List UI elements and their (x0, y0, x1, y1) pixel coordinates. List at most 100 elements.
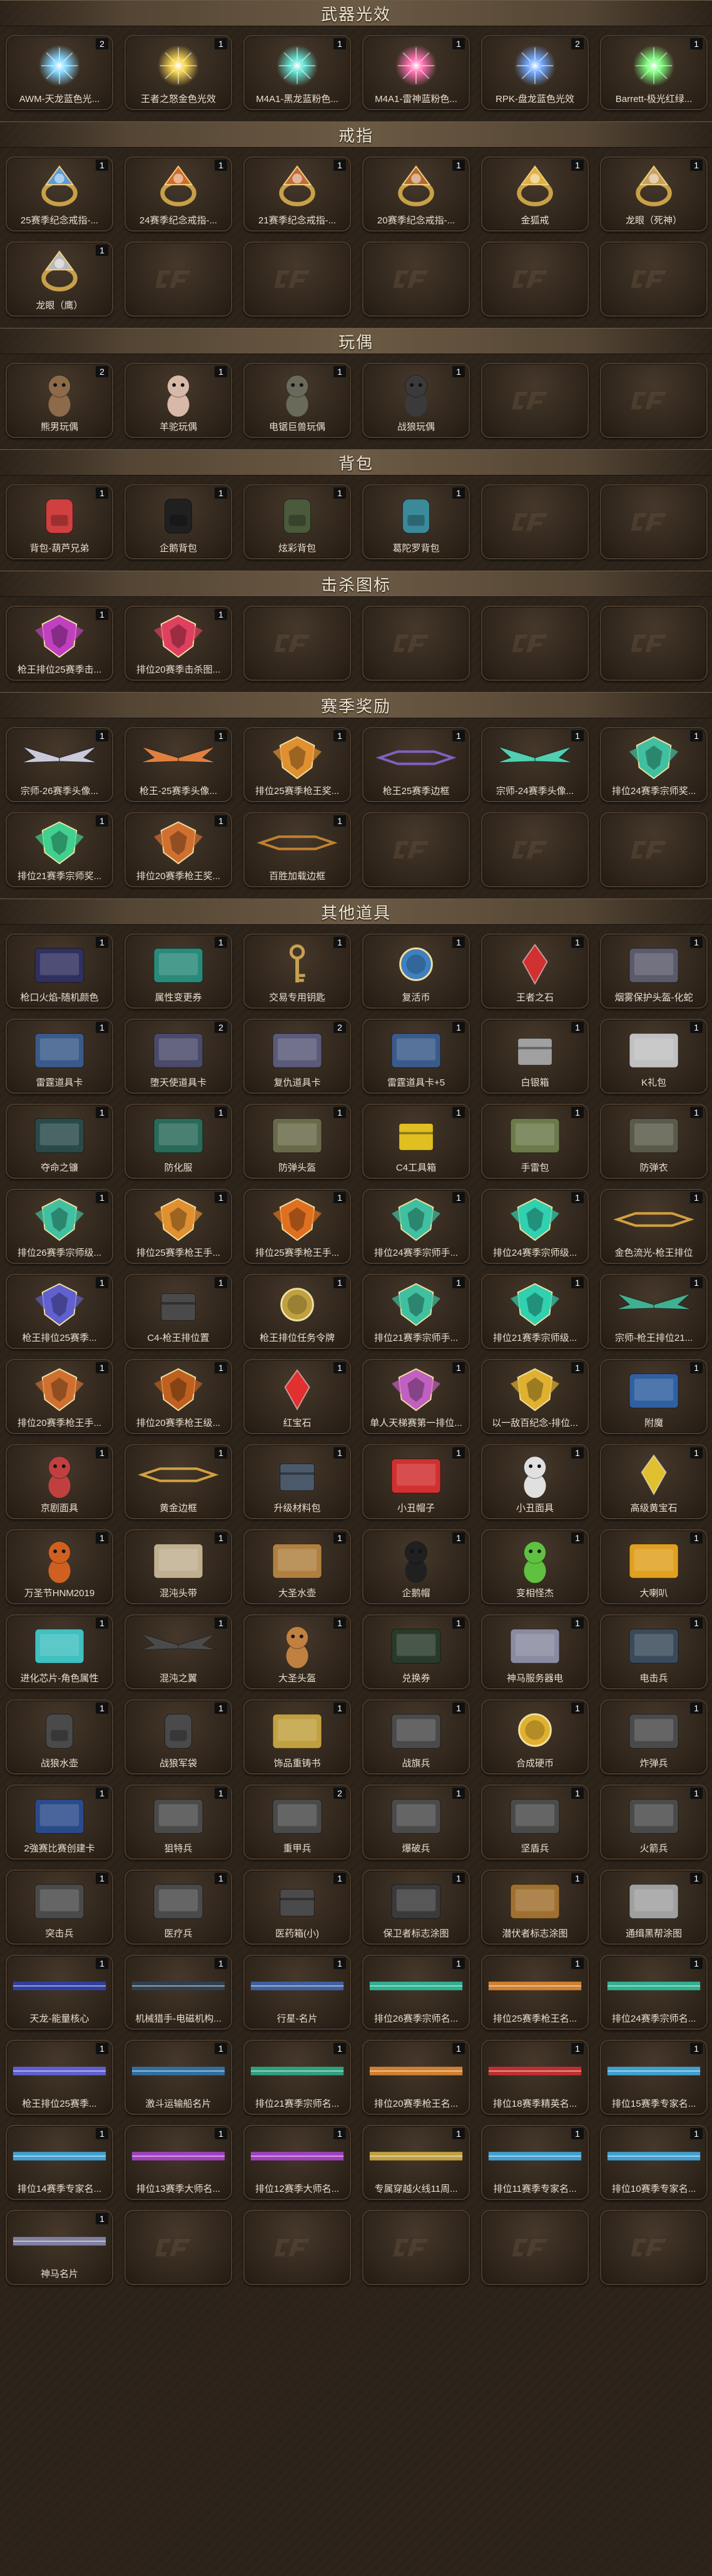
inventory-item[interactable]: 2 AWM-天龙蓝色光... (6, 35, 113, 110)
inventory-item[interactable]: 1 战旗兵 (362, 1699, 470, 1774)
inventory-item[interactable]: 1 排位24赛季宗师手... (362, 1189, 470, 1264)
inventory-item[interactable]: 2 堕天使道具卡 (125, 1019, 232, 1094)
inventory-item[interactable]: 1 大喇叭 (600, 1529, 708, 1604)
inventory-item[interactable]: 1 企鹅帽 (362, 1529, 470, 1604)
inventory-item[interactable]: 1 混沌之翼 (125, 1614, 232, 1689)
inventory-item[interactable]: 1 宗师-24赛季头像... (481, 727, 589, 802)
inventory-item[interactable]: 1 火箭兵 (600, 1784, 708, 1860)
inventory-item[interactable]: 1 医药箱(小) (243, 1870, 351, 1945)
inventory-item[interactable]: 1 黄金边框 (125, 1444, 232, 1519)
inventory-item[interactable]: 1 电锯巨兽玩偶 (243, 363, 351, 438)
inventory-item[interactable]: 1 狙特兵 (125, 1784, 232, 1860)
inventory-item[interactable]: 1 排位25赛季枪王手... (243, 1189, 351, 1264)
inventory-item[interactable]: 1 兑换券 (362, 1614, 470, 1689)
inventory-item[interactable]: 1 神马名片 (6, 2210, 113, 2285)
inventory-item[interactable]: 1 枪王排位25赛季击... (6, 606, 113, 681)
inventory-item[interactable]: 1 合成硬币 (481, 1699, 589, 1774)
inventory-item[interactable]: 1 升级材料包 (243, 1444, 351, 1519)
inventory-item[interactable]: 1 排位15赛季专家名... (600, 2040, 708, 2115)
inventory-item[interactable]: 1 枪王25赛季边框 (362, 727, 470, 802)
inventory-item[interactable]: 1 战狼军袋 (125, 1699, 232, 1774)
inventory-item[interactable]: 1 排位25赛季枪王手... (125, 1189, 232, 1264)
inventory-item[interactable]: 1 防弹衣 (600, 1104, 708, 1179)
inventory-item[interactable]: 1 24赛季纪念戒指-... (125, 156, 232, 232)
inventory-item[interactable]: 1 排位24赛季宗师级... (481, 1189, 589, 1264)
inventory-item[interactable]: 2 重甲兵 (243, 1784, 351, 1860)
inventory-item[interactable]: 1 百胜加载边框 (243, 812, 351, 887)
inventory-item[interactable]: 1 突击兵 (6, 1870, 113, 1945)
inventory-item[interactable]: 1 防弹头盔 (243, 1104, 351, 1179)
inventory-item[interactable]: 1 潜伏者标志涂图 (481, 1870, 589, 1945)
inventory-item[interactable]: 1 K礼包 (600, 1019, 708, 1094)
inventory-item[interactable]: 1 爆破兵 (362, 1784, 470, 1860)
inventory-item[interactable]: 1 龙眼（死神） (600, 156, 708, 232)
inventory-item[interactable]: 1 Barrett-极光红绿... (600, 35, 708, 110)
inventory-item[interactable]: 1 20赛季纪念戒指-... (362, 156, 470, 232)
inventory-item[interactable]: 1 羊驼玩偶 (125, 363, 232, 438)
inventory-item[interactable]: 1 21赛季纪念戒指-... (243, 156, 351, 232)
inventory-item[interactable]: 1 王者之石 (481, 934, 589, 1009)
inventory-item[interactable]: 1 属性变更券 (125, 934, 232, 1009)
inventory-item[interactable]: 1 企鹅背包 (125, 484, 232, 559)
inventory-item[interactable]: 1 战狼玩偶 (362, 363, 470, 438)
inventory-item[interactable]: 1 白银箱 (481, 1019, 589, 1094)
inventory-item[interactable]: 1 排位21赛季宗师名... (243, 2040, 351, 2115)
inventory-item[interactable]: 1 排位25赛季枪王奖... (243, 727, 351, 802)
inventory-item[interactable]: 1 复活币 (362, 934, 470, 1009)
inventory-item[interactable]: 1 行星-名片 (243, 1955, 351, 2030)
inventory-item[interactable]: 1 通缉黑帮涂图 (600, 1870, 708, 1945)
inventory-item[interactable]: 1 京剧面具 (6, 1444, 113, 1519)
inventory-item[interactable]: 1 天龙-能量核心 (6, 1955, 113, 2030)
inventory-item[interactable]: 1 排位20赛季击杀图... (125, 606, 232, 681)
inventory-item[interactable]: 1 保卫者标志涂图 (362, 1870, 470, 1945)
inventory-item[interactable]: 1 激斗运输船名片 (125, 2040, 232, 2115)
inventory-item[interactable]: 1 排位14赛季专家名... (6, 2125, 113, 2200)
inventory-item[interactable]: 1 炫彩背包 (243, 484, 351, 559)
inventory-item[interactable]: 1 王者之怒金色光效 (125, 35, 232, 110)
inventory-item[interactable]: 1 M4A1-黑龙蓝粉色... (243, 35, 351, 110)
inventory-item[interactable]: 1 万圣节HNM2019 (6, 1529, 113, 1604)
inventory-item[interactable]: 1 机械猎手-电磁机构... (125, 1955, 232, 2030)
inventory-item[interactable]: 1 排位20赛季枪王级... (125, 1359, 232, 1434)
inventory-item[interactable]: 1 手雷包 (481, 1104, 589, 1179)
inventory-item[interactable]: 1 交易专用钥匙 (243, 934, 351, 1009)
inventory-item[interactable]: 1 小丑面具 (481, 1444, 589, 1519)
inventory-item[interactable]: 1 枪口火焰-随机颜色 (6, 934, 113, 1009)
inventory-item[interactable]: 1 小丑帽子 (362, 1444, 470, 1519)
inventory-item[interactable]: 1 枪王排位任务令牌 (243, 1274, 351, 1349)
inventory-item[interactable]: 1 进化芯片-角色属性 (6, 1614, 113, 1689)
inventory-item[interactable]: 1 排位25赛季枪王名... (481, 1955, 589, 2030)
inventory-item[interactable]: 1 排位20赛季枪王名... (362, 2040, 470, 2115)
inventory-item[interactable]: 1 枪王排位25赛季... (6, 2040, 113, 2115)
inventory-item[interactable]: 1 雷霆道具卡 (6, 1019, 113, 1094)
inventory-item[interactable]: 1 排位20赛季枪王手... (6, 1359, 113, 1434)
inventory-item[interactable]: 1 宗师-26赛季头像... (6, 727, 113, 802)
inventory-item[interactable]: 1 C4工具箱 (362, 1104, 470, 1179)
inventory-item[interactable]: 1 排位12赛季大师名... (243, 2125, 351, 2200)
inventory-item[interactable]: 2 RPK-盘龙蓝色光效 (481, 35, 589, 110)
inventory-item[interactable]: 1 金色流光-枪王排位 (600, 1189, 708, 1264)
inventory-item[interactable]: 1 烟雾保护头盔-化蛇 (600, 934, 708, 1009)
inventory-item[interactable]: 1 龙眼（鹰） (6, 242, 113, 317)
inventory-item[interactable]: 1 战狼水壶 (6, 1699, 113, 1774)
inventory-item[interactable]: 1 2強赛比赛创建卡 (6, 1784, 113, 1860)
inventory-item[interactable]: 1 以一敌百纪念-排位... (481, 1359, 589, 1434)
inventory-item[interactable]: 1 变相怪杰 (481, 1529, 589, 1604)
inventory-item[interactable]: 1 炸弹兵 (600, 1699, 708, 1774)
inventory-item[interactable]: 1 单人天梯赛第一排位... (362, 1359, 470, 1434)
inventory-item[interactable]: 1 坚盾兵 (481, 1784, 589, 1860)
inventory-item[interactable]: 1 防化服 (125, 1104, 232, 1179)
inventory-item[interactable]: 1 雷霆道具卡+5 (362, 1019, 470, 1094)
inventory-item[interactable]: 1 排位11赛季专家名... (481, 2125, 589, 2200)
inventory-item[interactable]: 1 M4A1-雷神蓝粉色... (362, 35, 470, 110)
inventory-item[interactable]: 2 熊男玩偶 (6, 363, 113, 438)
inventory-item[interactable]: 1 排位26赛季宗师名... (362, 1955, 470, 2030)
inventory-item[interactable]: 1 专属穿越火线11周... (362, 2125, 470, 2200)
inventory-item[interactable]: 1 枪王-25赛季头像... (125, 727, 232, 802)
inventory-item[interactable]: 1 附魔 (600, 1359, 708, 1434)
inventory-item[interactable]: 1 排位21赛季宗师手... (362, 1274, 470, 1349)
inventory-item[interactable]: 1 C4-枪王排位置 (125, 1274, 232, 1349)
inventory-item[interactable]: 1 排位26赛季宗师级... (6, 1189, 113, 1264)
inventory-item[interactable]: 1 排位13赛季大师名... (125, 2125, 232, 2200)
inventory-item[interactable]: 1 排位18赛季精英名... (481, 2040, 589, 2115)
